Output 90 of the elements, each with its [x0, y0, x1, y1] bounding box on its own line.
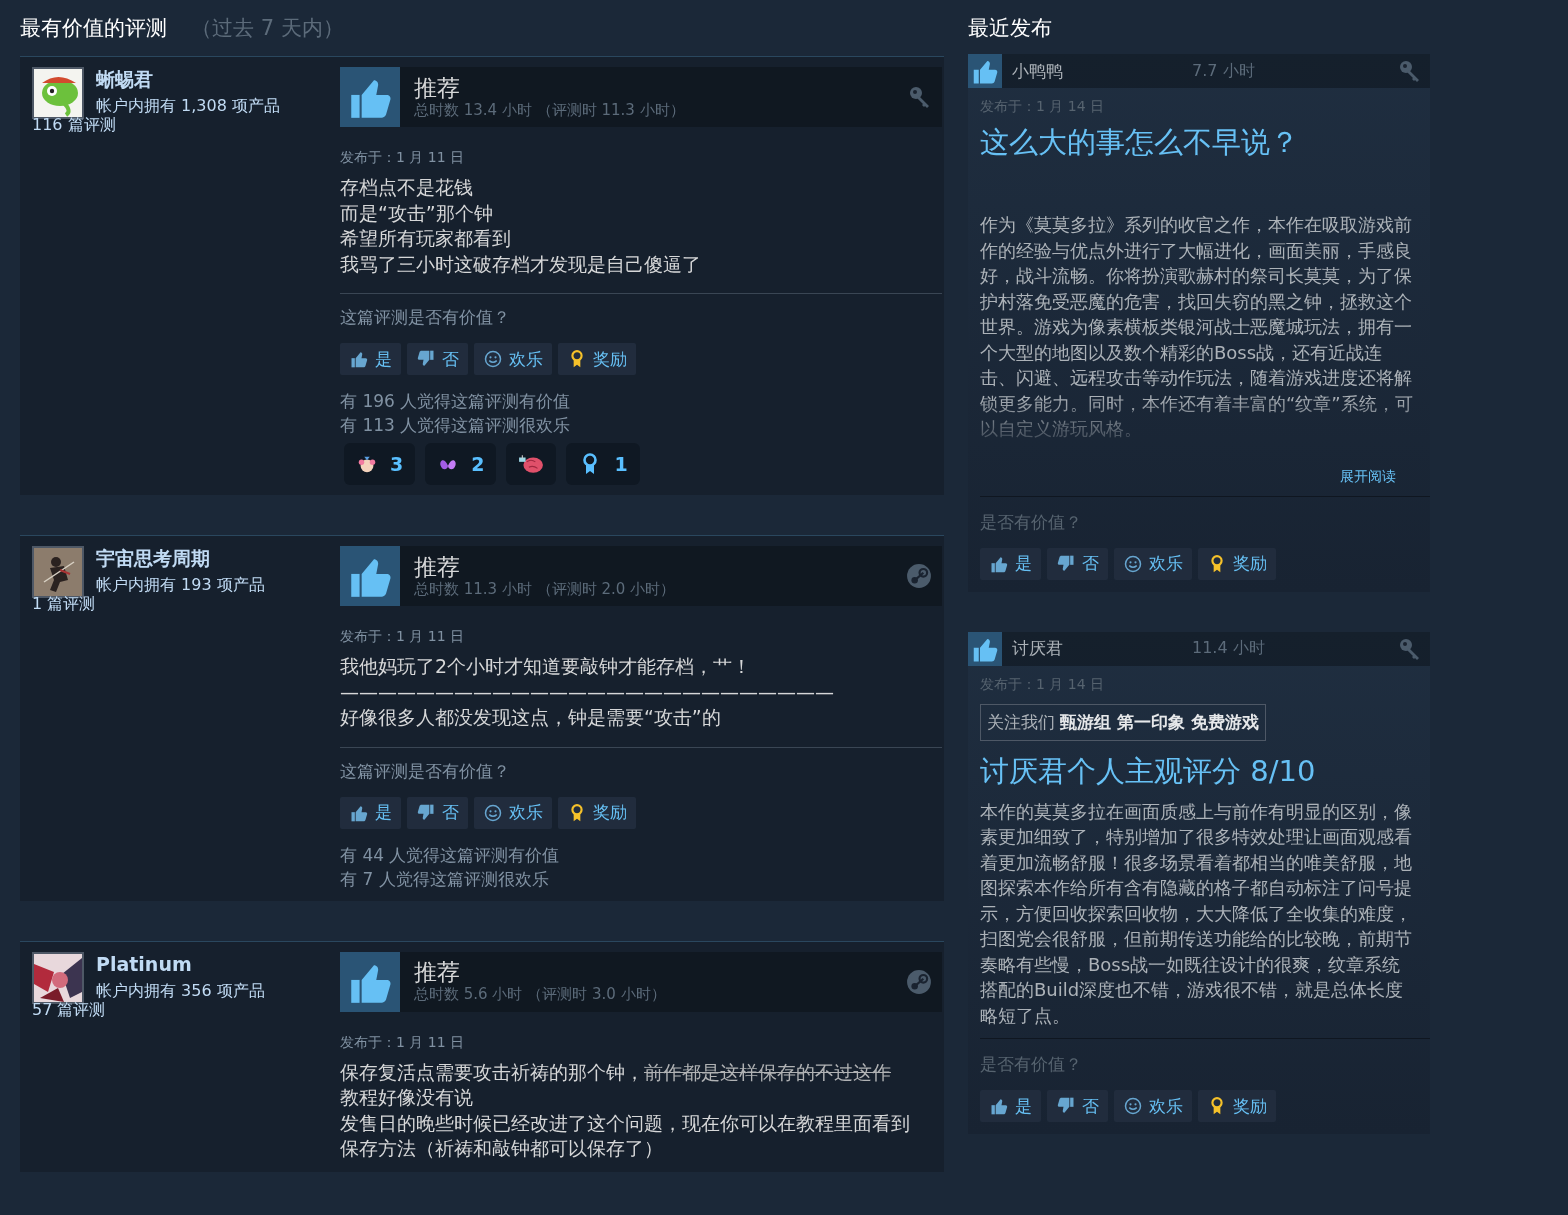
vote-button[interactable]: 欢乐 [1114, 1090, 1192, 1122]
vote-stat: 有 7 人觉得这篇评测很欢乐 [340, 867, 550, 891]
thumbs-down-icon [416, 802, 436, 823]
steam-icon [906, 563, 932, 589]
smiley-icon [483, 349, 503, 369]
thumbs-up-icon [340, 951, 400, 1012]
thumbs-up-icon [968, 631, 1002, 666]
thumbs-down-icon [416, 349, 436, 369]
smiley-icon [1123, 553, 1143, 574]
reaction-badge[interactable]: 3 [344, 443, 416, 485]
products-owned: 帐户内拥有 356 项产品 [96, 979, 266, 1002]
helpful-question: 是否有价值？ [980, 1053, 1083, 1076]
reaction-badge[interactable]: 1 [566, 443, 640, 485]
review-text: 保存方法（祈祷和敲钟都可以保存了） [340, 1136, 664, 1161]
review-text: 我骂了三小时这破存档才发现是自己傻逼了 [340, 251, 702, 277]
thumbs-up-icon [989, 1096, 1009, 1116]
period-text: （过去 7 天内） [191, 15, 344, 42]
key-icon [1398, 59, 1422, 83]
vote-stat: 有 44 人觉得这篇评测有价值 [340, 843, 561, 867]
vote-button[interactable]: 是 [340, 796, 401, 829]
review-count[interactable]: 57 篇评测 [32, 999, 340, 1021]
vote-button[interactable]: 否 [1047, 547, 1108, 580]
vote-button[interactable]: 欢乐 [1114, 547, 1192, 580]
reaction-badge[interactable]: 2 [425, 443, 497, 485]
thumbs-up-icon [340, 546, 400, 606]
review-text: 本作的莫莫多拉在画面质感上与前作有明显的区别，像素更加细致了，特别增加了很多特效处理让画面观感看着更加流畅舒服！很多场景看着都相当的唯美舒服，地图探索本作给所有含有隐藏的格子都自动标注了问号提示，方便回收探索回收物，大大降低了全收集的难度，扫图党会很舒服，但前期传送功能给的比较晚，前期节奏略有些慢，Boss战一如既往设计的很爽，纹章系统搭配的Build深度也不错，游戏很不错，就是总体长度略短了点。 [980, 799, 1413, 1028]
playtime-text: 总时数 11.3 小时 （评测时 2.0 小时） [414, 579, 677, 599]
review-text: 而是“攻击”那个钟 [340, 200, 494, 226]
smiley-icon [1123, 1096, 1143, 1116]
vote-button[interactable]: 否 [1047, 1090, 1108, 1122]
thumbs-down-icon [1056, 1096, 1076, 1116]
vote-button[interactable]: 奖励 [1198, 1090, 1276, 1122]
post-date: 发布于：1 月 11 日 [340, 628, 466, 646]
thumbs-down-icon [1056, 553, 1076, 574]
vote-stat: 有 113 人觉得这篇评测很欢乐 [340, 414, 572, 437]
playtime-text: 总时数 13.4 小时 （评测时 11.3 小时） [414, 100, 686, 120]
key-icon [908, 85, 932, 109]
playtime-text: 11.4 小时 [1192, 638, 1266, 659]
verdict-title: 推荐 [414, 959, 461, 985]
review-text: 我他妈玩了2个小时才知道要敲钟才能存档，艹！ [340, 654, 753, 679]
read-more-link[interactable]: 展开阅读 [1340, 467, 1396, 484]
reviewer-name[interactable]: 小鸭鸭 [1012, 59, 1192, 83]
reviewer-name[interactable]: Platinum [96, 951, 340, 976]
vote-button[interactable]: 欢乐 [474, 796, 552, 829]
vote-stat: 有 196 人觉得这篇评测有价值 [340, 390, 572, 413]
smiley-icon [483, 802, 503, 823]
review-text: 好像很多人都没发现这点，钟是需要“攻击”的 [340, 705, 722, 730]
thumbs-up-icon [968, 54, 1002, 88]
review-text: 教程好像没有说 [340, 1085, 474, 1110]
vote-button[interactable]: 奖励 [1198, 547, 1276, 580]
review-text: 发售日的晚些时候已经改进了这个问题，现在你可以在教程里面看到 [340, 1110, 911, 1136]
reviewer-name[interactable]: 讨厌君 [1012, 637, 1192, 660]
vote-button[interactable]: 奖励 [558, 343, 636, 375]
review-count[interactable]: 1 篇评测 [32, 594, 340, 615]
steam-icon [906, 968, 932, 995]
section-title: 最有价值的评测 [20, 15, 167, 42]
review-text: 保存复活点需要攻击祈祷的那个钟，前作都是这样保存的不过这作 [340, 1059, 892, 1085]
products-owned: 帐户内拥有 1,308 项产品 [96, 95, 281, 117]
review-text: 存档点不是花钱 [340, 175, 474, 200]
products-owned: 帐户内拥有 193 项产品 [96, 574, 266, 596]
thumbs-up-icon [349, 349, 369, 369]
vote-button[interactable]: 奖励 [558, 796, 636, 829]
post-date: 发布于：1 月 11 日 [340, 1033, 466, 1052]
playtime-text: 7.7 小时 [1192, 60, 1256, 82]
post-date: 发布于：1 月 11 日 [340, 149, 466, 167]
vote-button[interactable]: 是 [340, 343, 401, 375]
reviewer-name[interactable]: 蜥蜴君 [96, 67, 340, 91]
section-title: 最近发布 [968, 15, 1052, 42]
verdict-title: 推荐 [414, 74, 461, 101]
reviewer-name[interactable]: 宇宙思考周期 [96, 546, 340, 570]
notice-box: 关注我们 甄游组 第一印象 免费游戏 [980, 703, 1267, 741]
vote-button[interactable]: 欢乐 [474, 343, 552, 375]
review-text: 希望所有玩家都看到 [340, 226, 512, 251]
vote-button[interactable]: 否 [407, 796, 468, 829]
review-text: 作为《莫莫多拉》系列的收官之作，本作在吸取游戏前作的经验与优点外进行了大幅进化，画面美丽，手感良好，战斗流畅。你将扮演歌赫村的祭司长莫莫，为了保护村落免受恶魔的危害，找回失窃的黑之钟，拯救这个世界。游戏为像素横板类银河战士恶魔城玩法，拥有一个大型的地图以及数个精彩的Boss战，还有近战连击、闪避、远程攻击等动作玩法，随着游戏进度还将解锁更多能力。同时，本作还有着丰富的“纹章”系统，可以自定义游玩风格。 [980, 213, 1414, 441]
verdict-title: 推荐 [414, 553, 461, 580]
vote-button[interactable]: 是 [980, 1090, 1041, 1122]
review-heading: 这么大的事怎么不早说？ [980, 124, 1300, 161]
vote-button[interactable]: 否 [407, 343, 468, 375]
reaction-badge[interactable] [506, 443, 557, 485]
review-heading: 讨厌君个人主观评分 8/10 [980, 752, 1317, 790]
key-icon [1398, 636, 1422, 661]
helpful-question: 这篇评测是否有价值？ [340, 306, 511, 329]
helpful-question: 是否有价值？ [980, 510, 1083, 534]
thumbs-up-icon [340, 67, 400, 127]
review-count[interactable]: 116 篇评测 [32, 115, 340, 136]
review-text: —————————————————————————— [340, 679, 835, 705]
helpful-question: 这篇评测是否有价值？ [340, 759, 511, 783]
playtime-text: 总时数 5.6 小时 （评测时 3.0 小时） [414, 985, 667, 1004]
vote-button[interactable]: 是 [980, 547, 1041, 580]
